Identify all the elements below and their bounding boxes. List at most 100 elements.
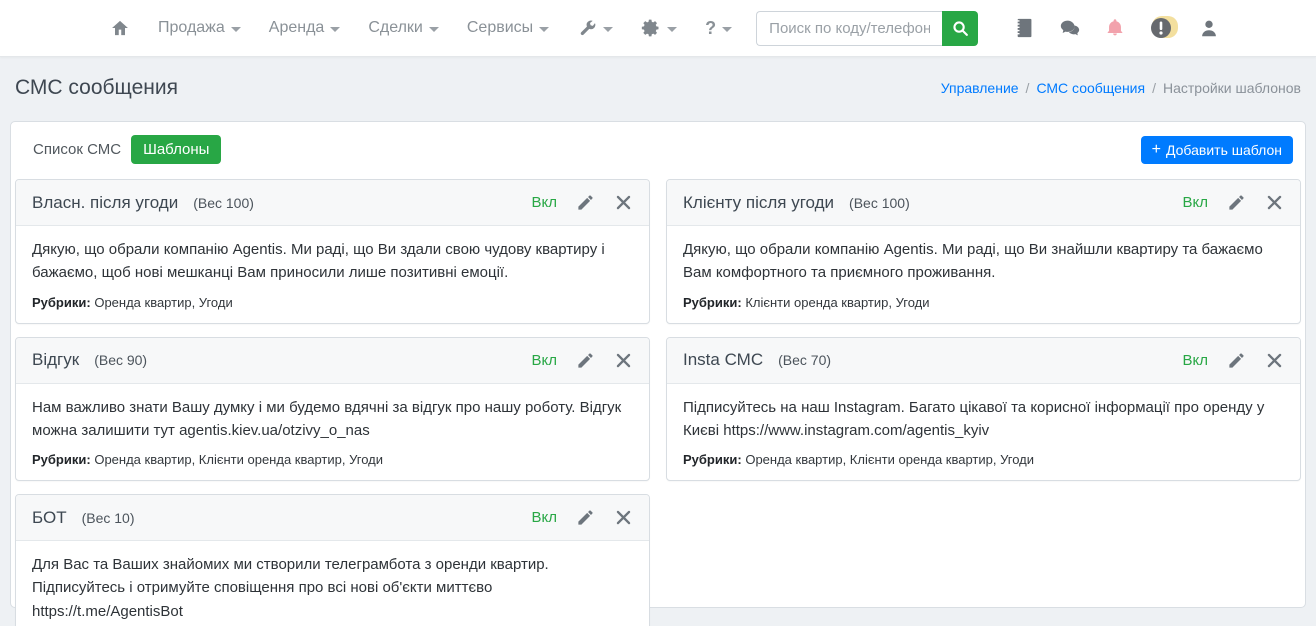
chevron-down-icon [667, 27, 677, 32]
breadcrumb-separator: / [1026, 80, 1030, 96]
menu-servisy[interactable]: Сервисы [457, 11, 559, 45]
rubrics-value: Оренда квартир, Угоди [94, 295, 232, 310]
edit-pencil-icon[interactable] [1227, 351, 1246, 370]
rubrics-value: Оренда квартир, Клієнти оренда квартир, … [94, 452, 383, 467]
delete-x-icon[interactable] [614, 193, 633, 212]
template-cards-grid: Власн. після угоди (Вес 100) Вкл Дякую, … [11, 176, 1305, 626]
template-text: Дякую, що обрали компанію Agentis. Ми ра… [32, 238, 633, 285]
breadcrumb-current: Настройки шаблонов [1163, 80, 1301, 96]
card-header: Відгук (Вес 90) Вкл [16, 338, 649, 384]
panel-toolbar: Список СМС Шаблоны + Добавить шаблон [11, 122, 1305, 176]
notifications-bell-icon[interactable] [1104, 17, 1126, 39]
menu-arenda[interactable]: Аренда [259, 11, 351, 45]
menu-tools[interactable] [567, 10, 623, 46]
card-title: Відгук [32, 350, 79, 370]
card-actions: Вкл [1183, 193, 1285, 212]
plus-icon: + [1152, 142, 1161, 158]
top-navbar: Продажа Аренда Сделки Сервисы ? [0, 0, 1316, 57]
edit-pencil-icon[interactable] [576, 193, 595, 212]
template-text: Нам важливо знати Вашу думку і ми будемо… [32, 396, 633, 443]
card-body: Для Вас та Ваших знайомих ми створили те… [16, 541, 649, 626]
search-input[interactable] [756, 11, 942, 46]
edit-pencil-icon[interactable] [576, 351, 595, 370]
card-body: Підписуйтесь на наш Instagram. Багато ці… [667, 384, 1300, 481]
gear-icon [641, 18, 661, 38]
edit-pencil-icon[interactable] [1227, 193, 1246, 212]
chevron-down-icon [603, 27, 613, 32]
delete-x-icon[interactable] [1265, 351, 1284, 370]
rubrics-value: Клієнти оренда квартир, Угоди [745, 295, 929, 310]
journal-icon[interactable] [1014, 17, 1036, 39]
edit-pencil-icon[interactable] [576, 508, 595, 527]
rubrics-line: Рубрики: Оренда квартир, Клієнти оренда … [683, 452, 1284, 467]
messages-icon[interactable] [1059, 17, 1081, 39]
breadcrumb-sms-soobshcheniya[interactable]: СМС сообщения [1036, 80, 1145, 96]
menu-settings[interactable] [631, 10, 687, 46]
template-card: Відгук (Вес 90) Вкл Нам важливо знати Ва… [15, 337, 650, 482]
breadcrumb-upravlenie[interactable]: Управление [941, 80, 1019, 96]
delete-x-icon[interactable] [1265, 193, 1284, 212]
template-text: Для Вас та Ваших знайомих ми створили те… [32, 553, 633, 623]
card-title: Insta СМС [683, 350, 763, 370]
rubrics-label: Рубрики: [32, 295, 91, 310]
chevron-down-icon [429, 27, 439, 32]
card-weight: (Вес 90) [94, 352, 147, 368]
menu-arenda-label: Аренда [269, 19, 325, 37]
status-toggle[interactable]: Вкл [1183, 352, 1209, 369]
navbar-icons [1014, 16, 1220, 40]
help-icon: ? [705, 18, 716, 39]
card-header: БОТ (Вес 10) Вкл [16, 495, 649, 541]
user-profile-icon[interactable] [1198, 17, 1220, 39]
tab-templates[interactable]: Шаблоны [131, 135, 221, 164]
template-card: Власн. після угоди (Вес 100) Вкл Дякую, … [15, 179, 650, 324]
chevron-down-icon [330, 27, 340, 32]
delete-x-icon[interactable] [614, 351, 633, 370]
status-toggle[interactable]: Вкл [532, 509, 558, 526]
rubrics-label: Рубрики: [683, 452, 742, 467]
card-header: Insta СМС (Вес 70) Вкл [667, 338, 1300, 384]
search-button[interactable] [942, 11, 978, 46]
wrench-icon [577, 18, 597, 38]
card-title: Клієнту після угоди [683, 193, 834, 213]
status-toggle[interactable]: Вкл [1183, 194, 1209, 211]
template-text: Дякую, що обрали компанію Agentis. Ми ра… [683, 238, 1284, 285]
menu-sdelki-label: Сделки [368, 19, 423, 37]
card-actions: Вкл [532, 193, 634, 212]
rubrics-line: Рубрики: Оренда квартир, Клієнти оренда … [32, 452, 633, 467]
page-header: СМС сообщения Управление / СМС сообщения… [0, 57, 1316, 119]
card-actions: Вкл [532, 508, 634, 527]
chevron-down-icon [231, 27, 241, 32]
delete-x-icon[interactable] [614, 508, 633, 527]
card-actions: Вкл [1183, 351, 1285, 370]
status-toggle[interactable]: Вкл [532, 194, 558, 211]
search-box [756, 11, 978, 46]
rubrics-label: Рубрики: [683, 295, 742, 310]
rubrics-label: Рубрики: [32, 452, 91, 467]
add-template-label: Добавить шаблон [1166, 142, 1282, 158]
home-button[interactable] [100, 10, 140, 46]
card-actions: Вкл [532, 351, 634, 370]
add-template-button[interactable]: + Добавить шаблон [1141, 136, 1293, 164]
rubrics-line: Рубрики: Клієнти оренда квартир, Угоди [683, 295, 1284, 310]
tab-sms-list[interactable]: Список СМС [23, 135, 131, 164]
status-toggle[interactable]: Вкл [532, 352, 558, 369]
card-body: Нам важливо знати Вашу думку і ми будемо… [16, 384, 649, 481]
menu-sdelki[interactable]: Сделки [358, 11, 449, 45]
template-text: Підписуйтесь на наш Instagram. Багато ці… [683, 396, 1284, 443]
menu-servisy-label: Сервисы [467, 19, 533, 37]
card-body: Дякую, що обрали компанію Agentis. Ми ра… [16, 226, 649, 323]
main-menu: Продажа Аренда Сделки Сервисы ? [100, 10, 742, 47]
card-weight: (Вес 100) [849, 195, 910, 211]
breadcrumb: Управление / СМС сообщения / Настройки ш… [941, 80, 1301, 96]
card-title: БОТ [32, 508, 67, 528]
menu-help[interactable]: ? [695, 10, 742, 47]
template-card: Клієнту після угоди (Вес 100) Вкл Дякую,… [666, 179, 1301, 324]
search-icon [952, 20, 969, 37]
card-weight: (Вес 70) [778, 352, 831, 368]
chevron-down-icon [539, 27, 549, 32]
card-weight: (Вес 100) [193, 195, 254, 211]
card-header: Власн. після угоди (Вес 100) Вкл [16, 180, 649, 226]
rubrics-line: Рубрики: Оренда квартир, Угоди [32, 295, 633, 310]
alerts-button[interactable] [1149, 16, 1175, 40]
menu-prodazha[interactable]: Продажа [148, 11, 251, 45]
